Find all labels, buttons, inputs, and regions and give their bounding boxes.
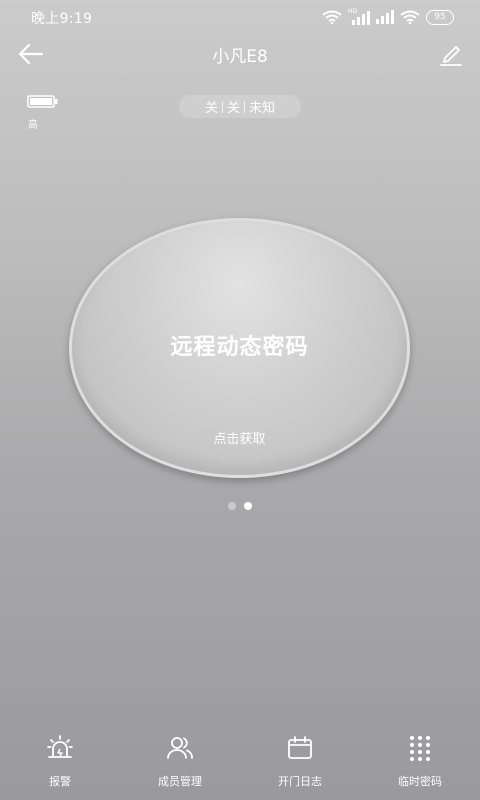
chip-divider: [221, 100, 223, 113]
battery-icon: 95: [426, 9, 454, 25]
alarm-icon: [47, 735, 73, 758]
nav-item-temp-password[interactable]: 临时密码: [360, 728, 480, 800]
status-time: 晚上9:19: [31, 11, 93, 27]
nav-label-alarm: 报警: [49, 775, 71, 788]
edit-button[interactable]: [438, 41, 464, 67]
device-battery: 高: [27, 93, 61, 131]
nav-item-members[interactable]: 成员管理: [120, 728, 240, 800]
users-icon: [167, 737, 193, 759]
page-dot[interactable]: [228, 502, 236, 510]
page-dot-active[interactable]: [244, 502, 252, 510]
nav-item-alarm[interactable]: 报警: [0, 728, 120, 800]
status-bar: 晚上9:19 HD 95: [0, 0, 480, 32]
app-header: 小凡E8: [0, 32, 480, 76]
remote-password-title: 远程动态密码: [170, 335, 309, 360]
nav-label-members: 成员管理: [158, 775, 202, 788]
battery-icon: [27, 95, 58, 108]
bottom-nav: 报警 成员管理 开门日志 临时密码: [0, 728, 480, 800]
nav-label-temp-password: 临时密码: [398, 775, 442, 788]
keypad-icon: [410, 736, 430, 761]
battery-level-label: 高: [28, 120, 38, 131]
remote-password-button[interactable]: 远程动态密码 点击获取: [69, 218, 410, 478]
wifi-icon: [400, 10, 420, 24]
pencil-icon: [440, 46, 462, 66]
status-chip: 关: [204, 101, 218, 116]
chip-divider: [244, 100, 245, 113]
page-title: 小凡E8: [212, 47, 268, 67]
wifi-icon: [322, 10, 342, 24]
nav-item-unlock-log[interactable]: 开门日志: [240, 728, 360, 800]
nav-label-unlock-log: 开门日志: [278, 775, 322, 788]
signal-icon: [376, 10, 394, 24]
signal-icon: HD: [348, 8, 370, 25]
lock-status-chips: 关 关 未知: [179, 95, 301, 118]
get-password-label: 点击获取: [213, 432, 266, 447]
page-indicator: [0, 502, 480, 510]
status-icons: HD 95: [322, 8, 454, 26]
calendar-icon: [288, 736, 312, 759]
network-label: HD: [348, 8, 358, 15]
status-chip: 关: [226, 101, 240, 116]
status-chip: 未知: [249, 101, 276, 116]
